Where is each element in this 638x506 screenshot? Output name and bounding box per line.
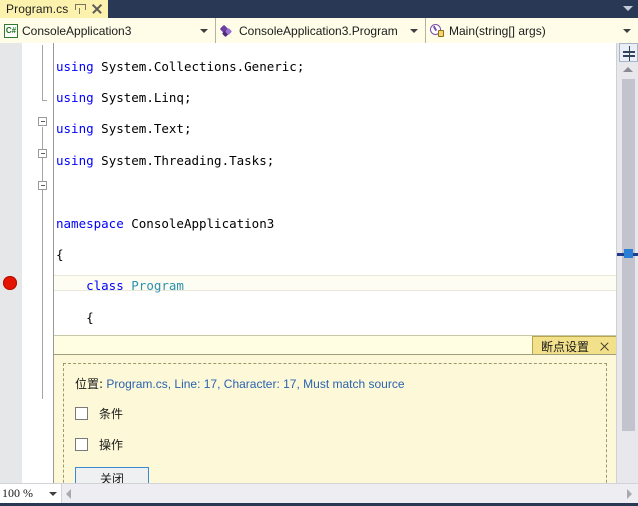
zoom-control[interactable]: 100 %: [0, 483, 62, 504]
chevron-up-icon[interactable]: [623, 67, 633, 72]
breakpoint-settings-badge[interactable]: 断点设置: [531, 336, 616, 355]
breakpoint-settings-header: 断点设置: [54, 335, 616, 355]
breakpoint-settings-content: 位置: Program.cs, Line: 17, Character: 17,…: [63, 363, 607, 483]
method-private-icon: [430, 23, 445, 38]
breakpoint-location-row: 位置: Program.cs, Line: 17, Character: 17,…: [75, 375, 606, 392]
code-line: using System.Text;: [56, 121, 192, 137]
close-button[interactable]: 关闭: [75, 467, 149, 483]
visual-studio-editor-window: Program.cs C# ConsoleApplication3 Consol…: [0, 0, 638, 506]
breakpoint-settings-title: 断点设置: [540, 339, 589, 354]
breakpoint-margin[interactable]: [0, 43, 22, 483]
tab-program-cs[interactable]: Program.cs: [0, 0, 109, 18]
scrollbar-caret-marker: [624, 249, 633, 258]
actions-label: 操作: [99, 438, 124, 452]
code-folding-margin[interactable]: [38, 43, 52, 483]
class-icon: [219, 24, 235, 38]
conditions-label: 条件: [99, 407, 124, 421]
breakpoint-location-value[interactable]: Program.cs, Line: 17, Character: 17, Mus…: [106, 377, 404, 391]
code-line: using System.Threading.Tasks;: [56, 152, 275, 168]
breakpoint-conditions-row[interactable]: 条件: [75, 405, 606, 422]
actions-checkbox[interactable]: [75, 438, 88, 451]
code-line: {: [56, 309, 94, 325]
vertical-scrollbar[interactable]: [616, 43, 638, 483]
code-editor[interactable]: using System.Collections.Generic; using …: [0, 43, 638, 483]
navbar-project-dropdown[interactable]: C# ConsoleApplication3: [0, 18, 216, 43]
code-line: using System.Linq;: [56, 90, 192, 106]
fold-toggle-namespace[interactable]: [38, 117, 47, 126]
chevron-down-icon[interactable]: [623, 28, 631, 33]
chevron-down-icon[interactable]: [200, 28, 208, 33]
breakpoint-actions-row[interactable]: 操作: [75, 436, 606, 453]
navbar-type-dropdown[interactable]: ConsoleApplication3.Program: [216, 18, 426, 43]
chevron-down-icon[interactable]: [623, 6, 633, 11]
tab-label: Program.cs: [6, 2, 69, 16]
code-line: using System.Collections.Generic;: [56, 58, 305, 74]
navigation-bar: C# ConsoleApplication3 ConsoleApplicatio…: [0, 18, 638, 43]
navbar-member-dropdown[interactable]: Main(string[] args): [426, 18, 638, 43]
navbar-project-label: ConsoleApplication3: [22, 23, 132, 38]
close-icon[interactable]: [91, 3, 103, 15]
close-icon[interactable]: [599, 341, 610, 352]
breakpoint-location-label: 位置:: [75, 377, 104, 391]
navbar-type-label: ConsoleApplication3.Program: [239, 23, 398, 38]
zoom-level: 100 %: [2, 486, 33, 500]
pin-icon[interactable]: [74, 3, 87, 15]
code-line: class Program: [86, 278, 184, 294]
tab-strip: Program.cs: [0, 0, 638, 18]
chevron-down-icon[interactable]: [410, 28, 418, 33]
csharp-icon: C#: [4, 23, 18, 38]
breakpoint-settings-panel: 位置: Program.cs, Line: 17, Character: 17,…: [54, 354, 616, 483]
conditions-checkbox[interactable]: [75, 407, 88, 420]
chevron-right-icon[interactable]: [627, 488, 632, 499]
code-line: {: [56, 247, 64, 263]
fold-bracket-usings: [42, 45, 47, 101]
horizontal-scrollbar[interactable]: [71, 484, 627, 504]
breakpoint-marker[interactable]: [3, 276, 17, 290]
fold-toggle-method[interactable]: [38, 181, 47, 190]
fold-toggle-class[interactable]: [38, 149, 47, 158]
chevron-down-icon[interactable]: [49, 491, 57, 496]
navbar-member-label: Main(string[] args): [449, 23, 546, 38]
code-line: namespace ConsoleApplication3: [56, 215, 275, 231]
fold-guide-namespace: [42, 127, 43, 399]
split-view-icon[interactable]: [619, 43, 638, 62]
status-bar: 100 %: [0, 483, 638, 504]
